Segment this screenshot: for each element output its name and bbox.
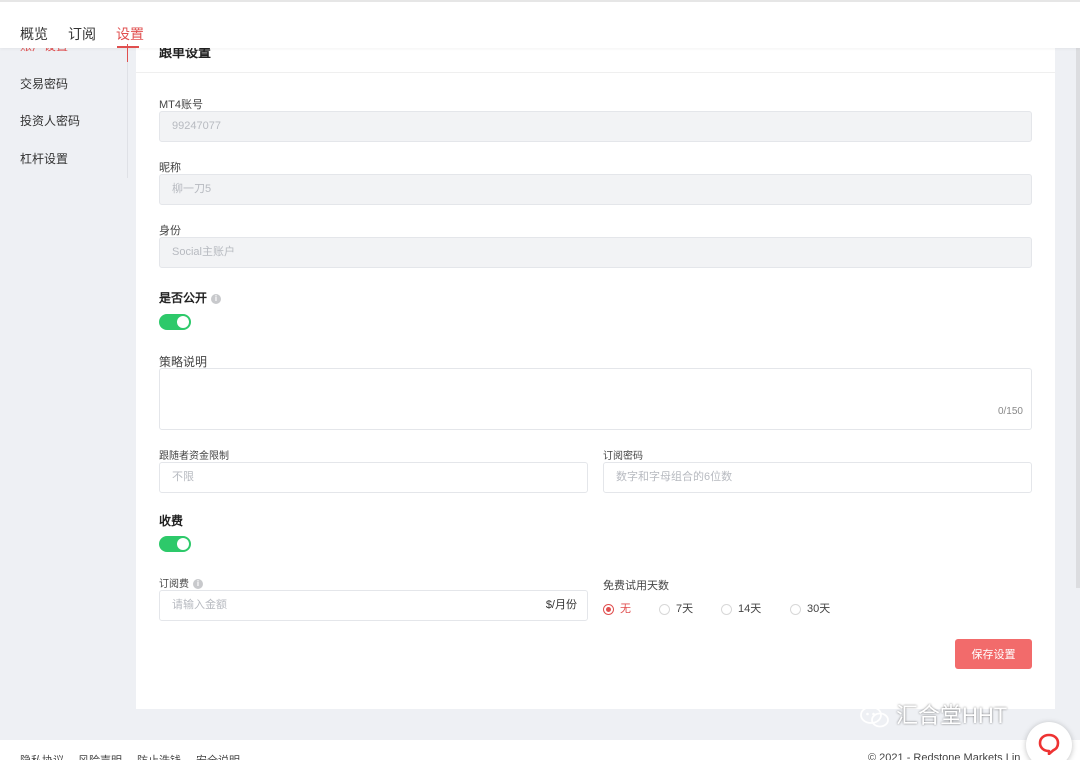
sub-fee-setting: 订阅费 i (159, 575, 203, 590)
toggle-knob (177, 538, 189, 550)
charge-toggle[interactable] (159, 536, 191, 552)
radio-7-days[interactable]: 7天 (659, 600, 693, 616)
radio-dot (790, 603, 801, 615)
follower-limit-label: 跟随者资金限制 (159, 451, 229, 462)
footer-link-security[interactable]: 安全说明 (196, 752, 240, 760)
tab-settings[interactable]: 设置 (116, 24, 144, 44)
scrollbar[interactable] (1076, 48, 1080, 588)
sidebar-item-leverage[interactable]: 杠杆设置 (20, 150, 68, 167)
footer-link-privacy[interactable]: 隐私协议 (20, 752, 64, 760)
info-icon[interactable]: i (211, 293, 222, 304)
wechat-icon (860, 706, 889, 728)
radio-none-label: 无 (620, 603, 631, 615)
settings-sidebar: 账户设置 交易密码 投资人密码 杠杆设置 (0, 0, 128, 740)
mt4-account-field: 99247077 (159, 111, 1032, 142)
identity-label: 身份 (159, 225, 181, 237)
sub-password-input[interactable]: 数字和字母组合的6位数 (603, 462, 1032, 493)
sub-fee-label: 订阅费 (159, 579, 189, 590)
footer: 隐私协议 风险声明 防止洗钱 安全说明 © 2021 - Redstone Ma… (0, 740, 1080, 760)
radio-14-days[interactable]: 14天 (721, 600, 761, 616)
radio-dot (721, 603, 732, 615)
info-icon[interactable]: i (193, 579, 203, 590)
footer-copyright: © 2021 - Redstone Markets Lin (868, 752, 1021, 760)
radio-7-days-label: 7天 (676, 603, 694, 615)
active-tab-indicator (117, 46, 139, 48)
public-label: 是否公开 (159, 291, 208, 305)
follower-limit-input[interactable]: 不限 (159, 462, 588, 493)
panel-title-divider (136, 72, 1055, 73)
copy-trade-settings-panel: 跟单设置 MT4账号 99247077 昵称 柳一刀5 身份 Social主账户… (136, 30, 1055, 709)
tab-subscription[interactable]: 订阅 (68, 24, 96, 44)
radio-dot (603, 603, 614, 615)
sidebar-item-investor-password[interactable]: 投资人密码 (20, 112, 80, 129)
radio-14-days-label: 14天 (738, 603, 762, 615)
identity-field: Social主账户 (159, 237, 1032, 268)
watermark: 汇合堂HHT (860, 698, 1007, 730)
trial-days-label: 免费试用天数 (603, 580, 669, 592)
public-setting: 是否公开 i (159, 289, 222, 306)
nickname-label: 昵称 (159, 162, 181, 174)
strategy-char-counter: 0/150 (997, 406, 1023, 417)
mt4-account-label: MT4账号 (159, 99, 203, 111)
live-chat-button[interactable] (1026, 722, 1072, 760)
sub-fee-suffix: $/月份 (545, 599, 577, 611)
footer-link-risk[interactable]: 风险声明 (78, 752, 122, 760)
active-tab-stem (127, 44, 128, 62)
toggle-knob (177, 316, 189, 328)
public-toggle[interactable] (159, 314, 191, 330)
watermark-text: 汇合堂HHT (896, 703, 1008, 728)
sidebar-divider (127, 48, 128, 178)
tab-overview[interactable]: 概览 (20, 24, 48, 44)
strategy-textarea[interactable]: 0/150 (159, 368, 1032, 430)
sidebar-item-trade-password[interactable]: 交易密码 (20, 75, 68, 92)
sub-fee-placeholder: 请输入金额 (172, 599, 227, 611)
save-settings-button[interactable]: 保存设置 (955, 639, 1032, 669)
radio-none[interactable]: 无 (603, 600, 631, 616)
chat-icon (1038, 733, 1060, 755)
top-nav: 概览 订阅 设置 (0, 0, 1080, 48)
charge-label: 收费 (159, 514, 184, 528)
sub-password-label: 订阅密码 (603, 451, 643, 462)
radio-30-days[interactable]: 30天 (790, 600, 830, 616)
radio-dot (659, 603, 670, 615)
nickname-field: 柳一刀5 (159, 174, 1032, 205)
sub-fee-input[interactable]: 请输入金额 $/月份 (159, 590, 588, 621)
radio-30-days-label: 30天 (807, 603, 831, 615)
footer-link-aml[interactable]: 防止洗钱 (137, 752, 181, 760)
